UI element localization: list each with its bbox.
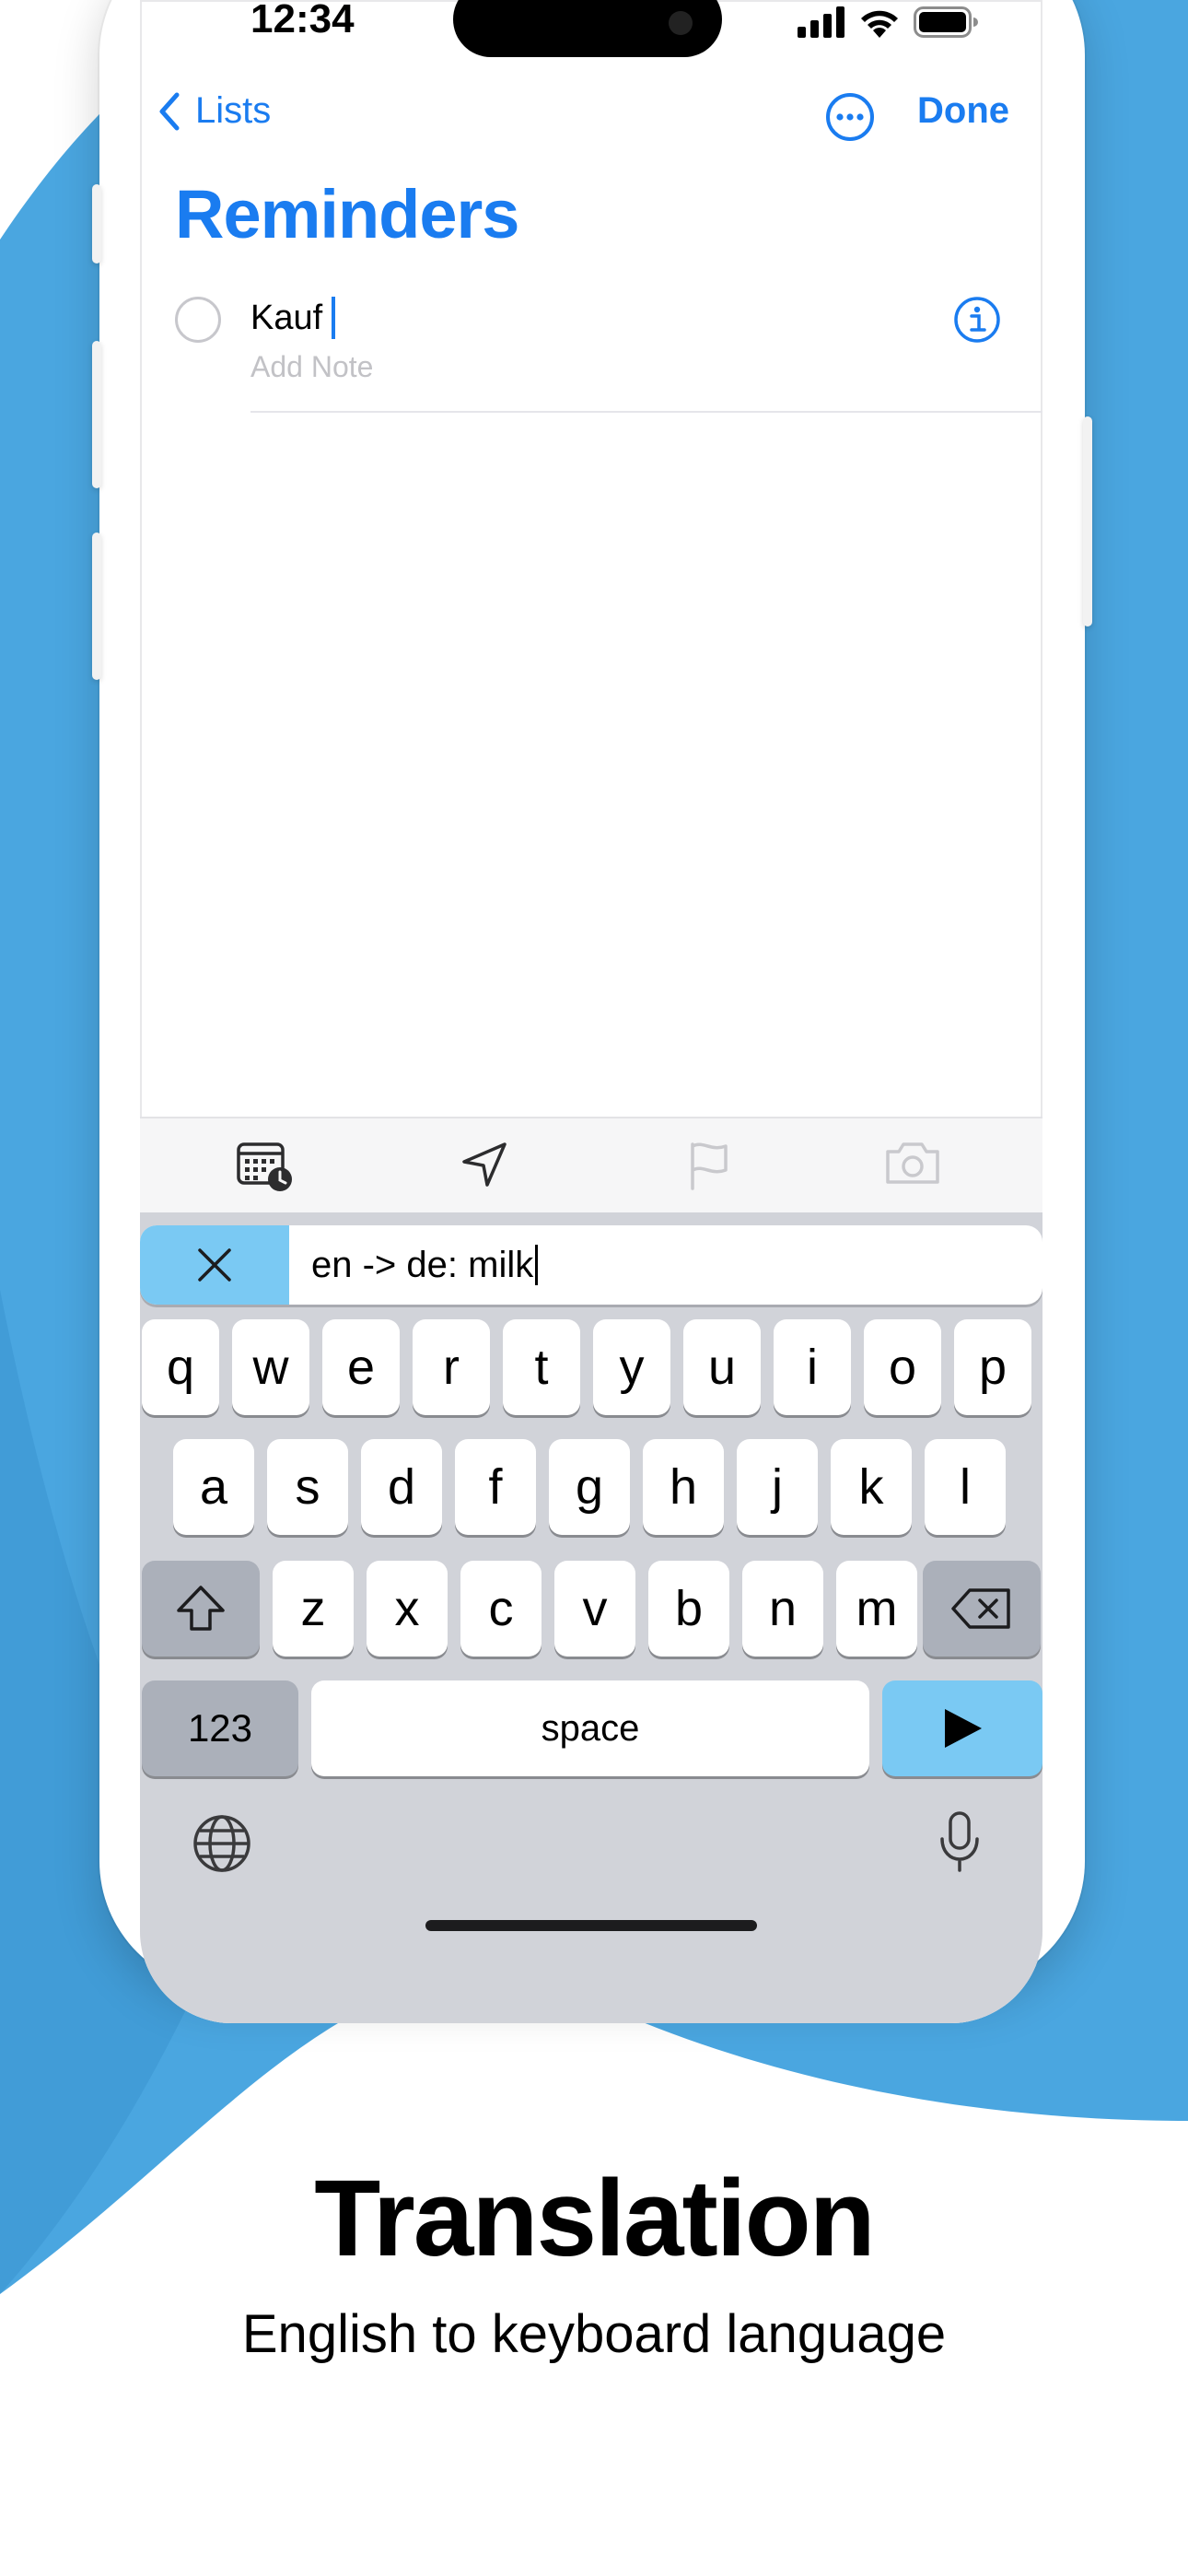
key-k[interactable]: k xyxy=(831,1439,912,1535)
back-button[interactable]: Lists xyxy=(158,90,271,132)
key-y[interactable]: y xyxy=(593,1319,670,1415)
status-time: 12:34 xyxy=(250,0,355,41)
key-c[interactable]: c xyxy=(460,1561,542,1657)
phone-screen: 12:34 Lists Done Reminders Kauf Add Note… xyxy=(140,0,1042,2023)
phone-frame: 12:34 Lists Done Reminders Kauf Add Note… xyxy=(92,0,1092,2023)
volume-down-button xyxy=(92,533,101,680)
flag-button[interactable] xyxy=(683,1139,735,1197)
reminder-info-button[interactable] xyxy=(952,295,1002,349)
globe-button[interactable] xyxy=(192,1813,252,1879)
key-w[interactable]: w xyxy=(232,1319,309,1415)
translate-close-button[interactable] xyxy=(140,1225,289,1305)
send-key[interactable] xyxy=(882,1680,1042,1776)
date-button[interactable] xyxy=(236,1139,295,1199)
more-button[interactable] xyxy=(825,92,875,146)
dictation-button[interactable] xyxy=(938,1809,982,1880)
backspace-key[interactable] xyxy=(923,1561,1041,1657)
row-separator xyxy=(250,411,1042,413)
key-o[interactable]: o xyxy=(864,1319,941,1415)
text-caret xyxy=(332,297,336,339)
translate-input-text: en -> de: milk xyxy=(311,1244,534,1285)
reminder-toolbar xyxy=(140,1117,1042,1214)
key-t[interactable]: t xyxy=(503,1319,580,1415)
action-button xyxy=(92,184,101,263)
key-h[interactable]: h xyxy=(643,1439,724,1535)
key-x[interactable]: x xyxy=(367,1561,448,1657)
globe-icon xyxy=(193,1815,250,1872)
location-button[interactable] xyxy=(459,1139,510,1195)
key-l[interactable]: l xyxy=(925,1439,1006,1535)
key-p[interactable]: p xyxy=(954,1319,1031,1415)
flag-icon xyxy=(691,1142,728,1190)
key-u[interactable]: u xyxy=(683,1319,761,1415)
chevron-left-icon xyxy=(159,92,180,130)
keyboard: en -> de: milk q w e r t y u i o p a s d… xyxy=(140,1212,1042,2023)
key-z[interactable]: z xyxy=(273,1561,354,1657)
key-i[interactable]: i xyxy=(774,1319,851,1415)
key-d[interactable]: d xyxy=(361,1439,442,1535)
translate-caret xyxy=(535,1245,539,1285)
shift-icon xyxy=(177,1586,225,1631)
wifi-icon xyxy=(861,10,898,38)
battery-icon xyxy=(914,6,978,38)
camera-icon xyxy=(886,1142,939,1184)
key-f[interactable]: f xyxy=(455,1439,536,1535)
key-r[interactable]: r xyxy=(413,1319,490,1415)
key-v[interactable]: v xyxy=(554,1561,635,1657)
ellipsis-circle-icon xyxy=(826,93,874,141)
key-s[interactable]: s xyxy=(267,1439,348,1535)
translate-input[interactable]: en -> de: milk xyxy=(311,1225,539,1305)
location-arrow-icon xyxy=(462,1142,507,1187)
back-label: Lists xyxy=(195,90,272,131)
reminder-title-text: Kauf xyxy=(250,298,323,337)
add-note-field[interactable]: Add Note xyxy=(250,350,373,384)
caption-subtitle: English to keyboard language xyxy=(241,2304,947,2364)
send-icon xyxy=(945,1709,982,1748)
backspace-icon xyxy=(951,1588,1010,1629)
power-button xyxy=(1083,416,1092,626)
key-n[interactable]: n xyxy=(742,1561,823,1657)
key-j[interactable]: j xyxy=(737,1439,818,1535)
key-q[interactable]: q xyxy=(142,1319,219,1415)
cellular-signal-icon xyxy=(798,6,844,38)
key-m[interactable]: m xyxy=(836,1561,917,1657)
translate-bar: en -> de: milk xyxy=(140,1225,1042,1305)
list-title: Reminders xyxy=(175,176,519,252)
close-icon xyxy=(198,1248,231,1282)
key-b[interactable]: b xyxy=(648,1561,729,1657)
space-key[interactable]: space xyxy=(311,1680,869,1776)
home-indicator xyxy=(425,1920,757,1931)
shift-key[interactable] xyxy=(142,1561,260,1657)
microphone-icon xyxy=(940,1811,979,1872)
key-g[interactable]: g xyxy=(549,1439,630,1535)
caption-title: Translation xyxy=(314,2158,875,2279)
volume-up-button xyxy=(92,341,101,488)
reminder-checkbox[interactable] xyxy=(175,297,221,343)
calendar-clock-icon xyxy=(237,1142,292,1191)
numbers-key[interactable]: 123 xyxy=(142,1680,298,1776)
done-button[interactable]: Done xyxy=(917,90,1009,132)
reminder-title-field[interactable]: Kauf xyxy=(250,297,336,339)
key-a[interactable]: a xyxy=(173,1439,254,1535)
info-circle-icon xyxy=(954,297,1000,343)
key-e[interactable]: e xyxy=(322,1319,400,1415)
status-icons xyxy=(798,0,978,44)
camera-button[interactable] xyxy=(882,1139,943,1191)
front-camera xyxy=(669,11,693,35)
